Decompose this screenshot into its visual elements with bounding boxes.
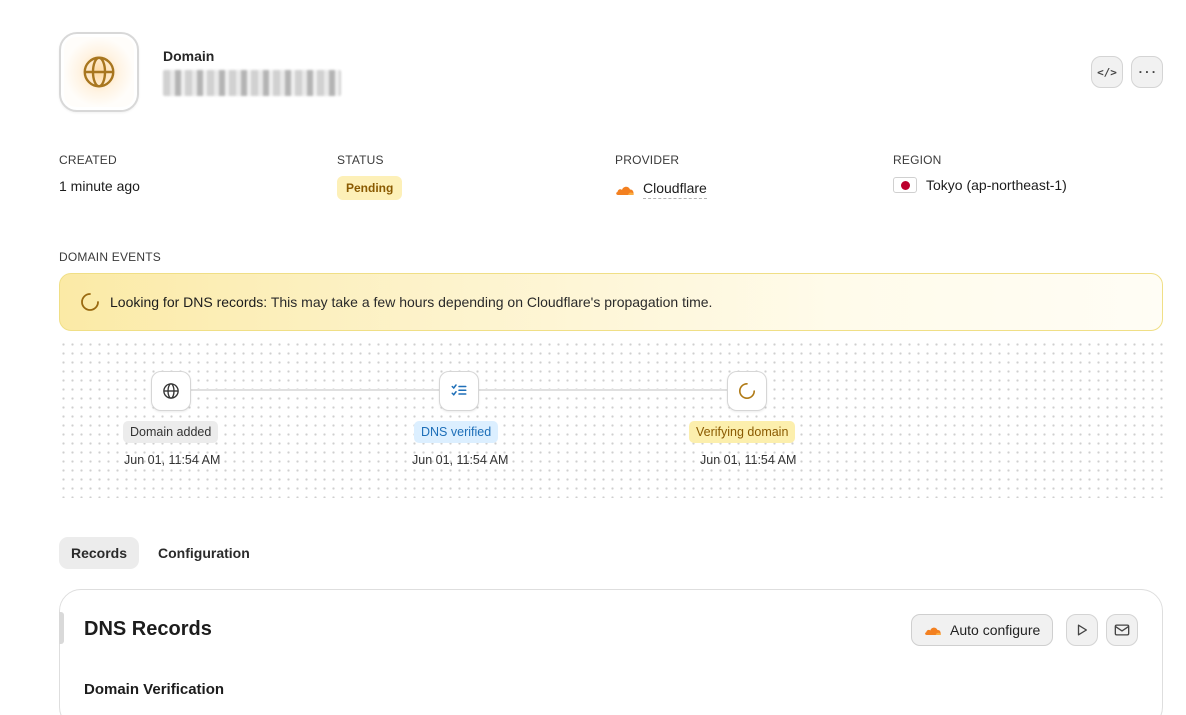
provider-name: Cloudflare bbox=[643, 180, 707, 199]
event-tag: Domain added bbox=[123, 421, 219, 443]
globe-icon bbox=[163, 383, 179, 399]
dns-records-card bbox=[59, 589, 1163, 715]
event-date: Jun 01, 11:54 AM bbox=[124, 453, 221, 467]
auto-configure-button[interactable]: Auto configure bbox=[911, 614, 1054, 646]
code-button[interactable]: </> bbox=[1091, 56, 1123, 88]
cloudflare-icon bbox=[925, 627, 941, 635]
status-badge: Pending bbox=[337, 176, 403, 200]
domain-avatar bbox=[59, 32, 139, 112]
domain-avatar-glow bbox=[64, 37, 134, 107]
timeline-node-dns-verified bbox=[439, 371, 479, 411]
dns-records-title: DNS Records bbox=[84, 618, 212, 640]
more-icon: ··· bbox=[1137, 65, 1157, 79]
globe-icon bbox=[83, 56, 115, 88]
created-label: CREATED bbox=[59, 153, 117, 167]
email-button[interactable] bbox=[1106, 614, 1138, 646]
card-accent-bar bbox=[59, 612, 64, 644]
spinner-icon bbox=[739, 382, 756, 399]
japan-flag-icon bbox=[893, 177, 917, 193]
provider-value[interactable]: Cloudflare bbox=[615, 180, 707, 199]
header-kicker: Domain bbox=[163, 48, 215, 64]
timeline-node-domain-added bbox=[151, 371, 191, 411]
created-value: 1 minute ago bbox=[59, 178, 140, 194]
timeline-connector bbox=[479, 389, 727, 391]
timeline-background bbox=[59, 340, 1163, 498]
event-tag: DNS verified bbox=[414, 421, 499, 443]
auto-configure-label: Auto configure bbox=[950, 622, 1041, 638]
region-name: Tokyo (ap-northeast-1) bbox=[926, 177, 1067, 193]
event-tag: Verifying domain bbox=[689, 421, 796, 443]
play-button[interactable] bbox=[1066, 614, 1098, 646]
spinner-icon bbox=[81, 293, 99, 311]
provider-label: PROVIDER bbox=[615, 153, 680, 167]
domain-name-redacted bbox=[163, 70, 341, 96]
banner-text: Looking for DNS records: This may take a… bbox=[110, 294, 712, 310]
region-label: REGION bbox=[893, 153, 942, 167]
status-label: STATUS bbox=[337, 153, 384, 167]
domain-events-label: DOMAIN EVENTS bbox=[59, 250, 161, 264]
more-options-button[interactable]: ··· bbox=[1131, 56, 1163, 88]
dns-lookup-banner: Looking for DNS records: This may take a… bbox=[59, 273, 1163, 331]
checklist-icon bbox=[451, 384, 467, 396]
event-date: Jun 01, 11:54 AM bbox=[412, 453, 509, 467]
timeline-node-verifying-domain bbox=[727, 371, 767, 411]
region-value: Tokyo (ap-northeast-1) bbox=[893, 177, 1067, 193]
banner-title: Looking for DNS records: bbox=[110, 294, 268, 310]
code-icon: </> bbox=[1097, 65, 1117, 79]
banner-message: This may take a few hours depending on C… bbox=[270, 294, 713, 310]
tab-records[interactable]: Records bbox=[59, 537, 140, 569]
domain-verification-title: Domain Verification bbox=[84, 681, 225, 698]
mail-icon bbox=[1114, 624, 1130, 636]
tab-configuration[interactable]: Configuration bbox=[146, 537, 262, 569]
cloudflare-icon bbox=[616, 186, 634, 195]
event-date: Jun 01, 11:54 AM bbox=[700, 453, 797, 467]
timeline-connector bbox=[190, 389, 440, 391]
play-icon bbox=[1077, 624, 1088, 636]
